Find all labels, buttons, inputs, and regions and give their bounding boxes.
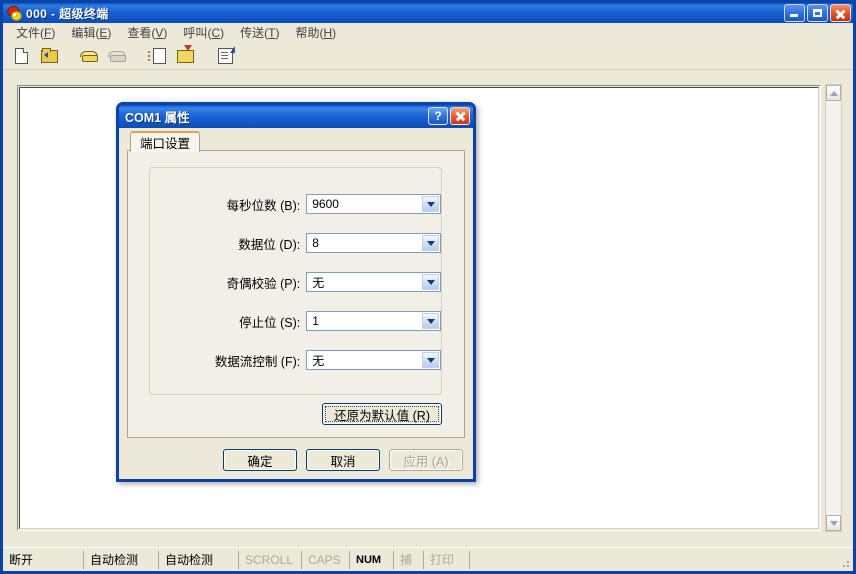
combo-bits-per-second[interactable]: 9600 xyxy=(306,194,441,214)
hyperterminal-icon xyxy=(5,4,22,21)
field-data-bits: 数据位 (D): 8 xyxy=(150,233,441,253)
status-autodetect-2: 自动检测 xyxy=(158,550,238,569)
cancel-button[interactable]: 取消 xyxy=(306,449,380,471)
new-connection-icon[interactable] xyxy=(9,44,33,67)
resize-grip[interactable] xyxy=(839,557,851,569)
combo-value-bits-per-second: 9600 xyxy=(312,197,339,211)
menu-mnemonic-edit: E xyxy=(99,25,108,40)
chevron-down-icon[interactable] xyxy=(422,352,439,368)
status-autodetect-1: 自动检测 xyxy=(83,550,158,569)
combo-stop-bits[interactable]: 1 xyxy=(306,311,441,331)
menu-mnemonic-call: C xyxy=(211,25,221,40)
combo-flow-control[interactable]: 无 xyxy=(306,350,441,370)
status-num: NUM xyxy=(349,550,393,569)
vertical-scrollbar[interactable] xyxy=(825,84,842,532)
minimize-button[interactable] xyxy=(784,4,805,22)
label-flow-control: 数据流控制 (F): xyxy=(214,354,301,369)
chevron-down-icon[interactable] xyxy=(422,235,439,251)
menu-mnemonic-view: V xyxy=(155,25,164,40)
menu-label-edit: 编辑 xyxy=(71,25,96,40)
disconnect-icon[interactable] xyxy=(105,44,129,67)
statusbar: 断开 自动检测 自动检测 SCROLL CAPS NUM 捕 打印 xyxy=(3,547,853,571)
focus-rectangle xyxy=(325,406,439,422)
menu-mnemonic-file: F xyxy=(44,25,52,40)
label-stop-bits: 停止位 (S): xyxy=(239,315,301,330)
field-parity: 奇偶校验 (P): 无 xyxy=(150,272,441,292)
chevron-down-icon[interactable] xyxy=(422,196,439,212)
status-caps: CAPS xyxy=(301,550,349,569)
status-filler xyxy=(469,550,853,569)
maximize-button[interactable] xyxy=(807,4,828,22)
menu-item-edit[interactable]: 编辑(E) xyxy=(63,23,119,42)
combo-value-parity: 无 xyxy=(312,275,325,290)
window-titlebar[interactable]: 000 - 超级终端 xyxy=(3,3,853,23)
toolbar xyxy=(3,41,853,70)
scroll-down-icon[interactable] xyxy=(826,515,841,531)
menu-label-file: 文件 xyxy=(16,25,41,40)
dialog-controls: ? xyxy=(428,107,470,125)
menu-item-transfer[interactable]: 传送(T) xyxy=(232,23,287,42)
open-folder-icon[interactable] xyxy=(37,44,61,67)
combo-data-bits[interactable]: 8 xyxy=(306,233,441,253)
menu-item-help[interactable]: 帮助(H) xyxy=(287,23,344,42)
combo-value-flow-control: 无 xyxy=(312,353,325,368)
field-stop-bits: 停止位 (S): 1 xyxy=(150,311,441,331)
menu-item-call[interactable]: 呼叫(C) xyxy=(175,23,232,42)
properties-icon[interactable] xyxy=(213,44,237,67)
menu-label-view: 查看 xyxy=(127,25,152,40)
menu-mnemonic-transfer: T xyxy=(268,25,276,40)
label-bits-per-second: 每秒位数 (B): xyxy=(226,198,301,213)
label-data-bits: 数据位 (D): xyxy=(238,237,301,252)
menu-item-file[interactable]: 文件(F) xyxy=(8,23,63,42)
restore-defaults-button[interactable]: 还原为默认值 (R) xyxy=(322,403,442,425)
help-icon[interactable]: ? xyxy=(428,107,448,125)
menu-item-view[interactable]: 查看(V) xyxy=(119,23,175,42)
menubar: 文件(F) 编辑(E) 查看(V) 呼叫(C) 传送(T) 帮助(H) xyxy=(3,23,853,41)
label-parity: 奇偶校验 (P): xyxy=(226,276,301,291)
menu-label-help: 帮助 xyxy=(295,25,320,40)
window-title: 000 - 超级终端 xyxy=(26,6,109,21)
send-file-icon[interactable] xyxy=(145,44,169,67)
scroll-up-icon[interactable] xyxy=(826,85,841,101)
port-settings-groupbox: 每秒位数 (B): 9600 数据位 (D): 8 奇偶校验 (P): 无 停止… xyxy=(149,167,442,395)
close-button[interactable] xyxy=(830,4,851,22)
call-icon[interactable] xyxy=(77,44,101,67)
field-bits-per-second: 每秒位数 (B): 9600 xyxy=(150,194,441,214)
status-capture: 捕 xyxy=(393,550,423,569)
dialog-tabstrip: 端口设置 xyxy=(127,131,465,152)
menu-label-call: 呼叫 xyxy=(183,25,208,40)
hyperterminal-window: 000 - 超级终端 文件(F) 编辑(E) 查看(V) 呼叫(C) 传送(T)… xyxy=(0,0,856,574)
ok-button[interactable]: 确定 xyxy=(223,449,297,471)
window-controls xyxy=(784,4,851,22)
chevron-down-icon[interactable] xyxy=(422,274,439,290)
dialog-close-icon[interactable] xyxy=(450,107,470,125)
status-connection: 断开 xyxy=(9,553,34,567)
dialog-titlebar[interactable]: COM1 属性 ? xyxy=(119,105,473,128)
tab-port-settings[interactable]: 端口设置 xyxy=(130,131,201,152)
chevron-down-icon[interactable] xyxy=(422,313,439,329)
combo-parity[interactable]: 无 xyxy=(306,272,441,292)
dialog-title: COM1 属性 xyxy=(125,111,190,125)
apply-button: 应用 (A) xyxy=(389,449,463,471)
menu-label-transfer: 传送 xyxy=(240,25,265,40)
combo-value-data-bits: 8 xyxy=(312,236,319,250)
com1-properties-dialog: COM1 属性 ? 端口设置 每秒位数 (B): 9600 数据位 (D): 8… xyxy=(116,102,476,482)
dialog-footer: 确定 取消 应用 (A) xyxy=(119,441,473,479)
receive-file-icon[interactable] xyxy=(173,44,197,67)
menu-mnemonic-help: H xyxy=(323,25,333,40)
tab-page-port-settings: 每秒位数 (B): 9600 数据位 (D): 8 奇偶校验 (P): 无 停止… xyxy=(127,150,465,438)
status-print: 打印 xyxy=(423,550,469,569)
status-scroll: SCROLL xyxy=(238,550,301,569)
combo-value-stop-bits: 1 xyxy=(312,314,319,328)
field-flow-control: 数据流控制 (F): 无 xyxy=(150,350,441,370)
